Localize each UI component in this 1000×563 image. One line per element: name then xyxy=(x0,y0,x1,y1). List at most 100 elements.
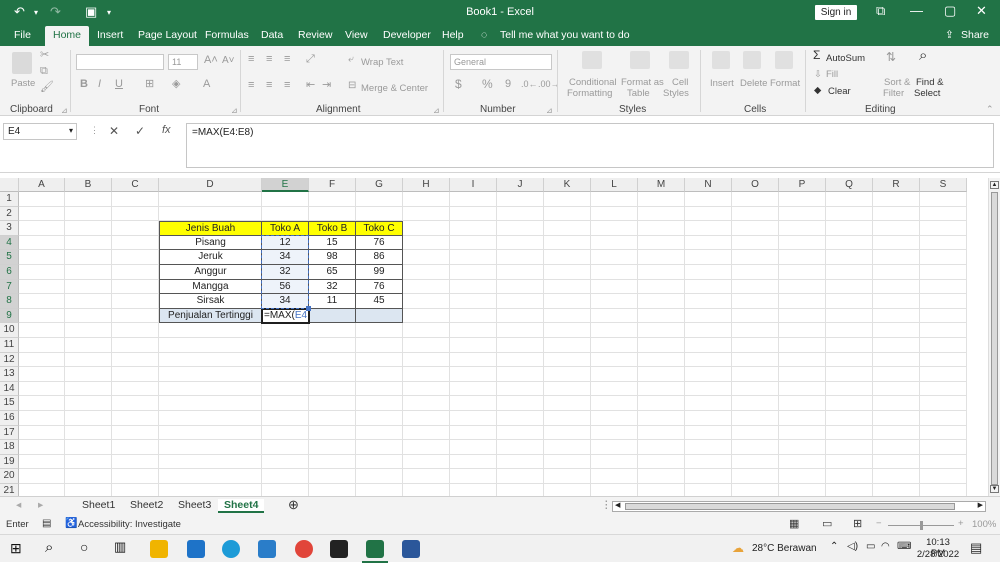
cell-s20[interactable] xyxy=(920,469,967,484)
row-header-11[interactable]: 11 xyxy=(0,338,19,353)
cell-i18[interactable] xyxy=(450,440,497,455)
cell-o2[interactable] xyxy=(732,206,779,222)
cell-m18[interactable] xyxy=(638,440,685,455)
minimize-icon[interactable]: — xyxy=(910,3,923,18)
cell-c1[interactable] xyxy=(112,192,159,207)
cell-k2[interactable] xyxy=(544,206,591,222)
cell-l15[interactable] xyxy=(591,396,638,411)
percent-icon[interactable]: % xyxy=(482,78,493,90)
edge-icon[interactable] xyxy=(222,540,240,558)
cell-b19[interactable] xyxy=(65,454,112,470)
cell-p11[interactable] xyxy=(779,338,826,353)
task-view-icon[interactable]: ○ xyxy=(80,539,88,555)
cell-c5[interactable] xyxy=(112,250,159,265)
cell-q11[interactable] xyxy=(826,338,873,353)
cell-p21[interactable] xyxy=(779,484,826,496)
cell-i12[interactable] xyxy=(450,352,497,368)
cell-i1[interactable] xyxy=(450,192,497,207)
cell-a16[interactable] xyxy=(19,411,65,426)
cell-c20[interactable] xyxy=(112,469,159,484)
cell-s11[interactable] xyxy=(920,338,967,353)
cell-c11[interactable] xyxy=(112,338,159,353)
cell-a14[interactable] xyxy=(19,381,65,397)
cell-q10[interactable] xyxy=(826,323,873,338)
cell-b5[interactable] xyxy=(65,250,112,265)
file-explorer-icon[interactable] xyxy=(150,540,168,558)
cell-l4[interactable] xyxy=(591,235,638,251)
widgets-icon[interactable]: ▥ xyxy=(114,539,126,555)
cell-f20[interactable] xyxy=(309,469,356,484)
cell-d1[interactable] xyxy=(159,192,262,207)
zoom-level[interactable]: 100% xyxy=(972,519,996,530)
cell-r21[interactable] xyxy=(873,484,920,496)
cell-s7[interactable] xyxy=(920,279,967,295)
footer-label-cell[interactable]: Penjualan Tertinggi xyxy=(159,308,262,324)
cell-g2[interactable] xyxy=(356,206,403,222)
cell-c19[interactable] xyxy=(112,454,159,470)
notion-icon[interactable] xyxy=(330,540,348,558)
cell-p1[interactable] xyxy=(779,192,826,207)
cell-g19[interactable] xyxy=(356,454,403,470)
cell-m6[interactable] xyxy=(638,265,685,280)
cell-c6[interactable] xyxy=(112,265,159,280)
cell-c3[interactable] xyxy=(112,221,159,236)
word-icon[interactable] xyxy=(402,540,420,558)
row-header-9[interactable]: 9 xyxy=(0,308,19,324)
cell-j8[interactable] xyxy=(497,294,544,309)
cell-b14[interactable] xyxy=(65,381,112,397)
cell-l8[interactable] xyxy=(591,294,638,309)
scroll-up-icon[interactable]: ▲ xyxy=(990,181,999,189)
cell-b6[interactable] xyxy=(65,265,112,280)
cell-r12[interactable] xyxy=(873,352,920,368)
cell-a17[interactable] xyxy=(19,425,65,441)
footer-empty-cell[interactable] xyxy=(356,308,403,324)
cell-a21[interactable] xyxy=(19,484,65,496)
select-all-corner[interactable] xyxy=(0,178,19,192)
cell-h10[interactable] xyxy=(403,323,450,338)
cell-b3[interactable] xyxy=(65,221,112,236)
clipboard-launcher-icon[interactable]: ⊿ xyxy=(61,105,68,116)
copy-icon[interactable]: ⧉ xyxy=(40,66,48,77)
cell-d14[interactable] xyxy=(159,381,262,397)
column-header-k[interactable]: K xyxy=(544,178,591,192)
cell-n21[interactable] xyxy=(685,484,732,496)
cell-e18[interactable] xyxy=(262,440,309,455)
cell-p15[interactable] xyxy=(779,396,826,411)
cell-i19[interactable] xyxy=(450,454,497,470)
cell-e16[interactable] xyxy=(262,411,309,426)
macro-record-icon[interactable]: ▤ xyxy=(42,518,51,529)
cell-n17[interactable] xyxy=(685,425,732,441)
cell-s18[interactable] xyxy=(920,440,967,455)
cell-q15[interactable] xyxy=(826,396,873,411)
cell-k11[interactable] xyxy=(544,338,591,353)
cell-i5[interactable] xyxy=(450,250,497,265)
cell-r20[interactable] xyxy=(873,469,920,484)
cell-k21[interactable] xyxy=(544,484,591,496)
number-format-select[interactable]: General xyxy=(450,54,552,70)
cell-q21[interactable] xyxy=(826,484,873,496)
cell-b15[interactable] xyxy=(65,396,112,411)
cell-p8[interactable] xyxy=(779,294,826,309)
bold-icon[interactable]: B xyxy=(80,79,88,90)
cell-d12[interactable] xyxy=(159,352,262,368)
cell-a4[interactable] xyxy=(19,235,65,251)
cell-s9[interactable] xyxy=(920,308,967,324)
cell-q12[interactable] xyxy=(826,352,873,368)
horizontal-scrollbar[interactable]: ◀ ▶ xyxy=(612,501,986,512)
column-header-r[interactable]: R xyxy=(873,178,920,192)
cell-s21[interactable] xyxy=(920,484,967,496)
cell-k12[interactable] xyxy=(544,352,591,368)
column-header-p[interactable]: P xyxy=(779,178,826,192)
cell-j15[interactable] xyxy=(497,396,544,411)
merge-center-icon[interactable]: ⊟ xyxy=(348,80,356,91)
format-painter-icon[interactable]: 🖌 xyxy=(40,82,54,93)
cell-m8[interactable] xyxy=(638,294,685,309)
cell-d21[interactable] xyxy=(159,484,262,496)
cell-m14[interactable] xyxy=(638,381,685,397)
alignment-launcher-icon[interactable]: ⊿ xyxy=(433,105,440,116)
cell-l11[interactable] xyxy=(591,338,638,353)
font-launcher-icon[interactable]: ⊿ xyxy=(231,105,238,116)
cell-g15[interactable] xyxy=(356,396,403,411)
cell-e2[interactable] xyxy=(262,206,309,222)
row-header-15[interactable]: 15 xyxy=(0,396,19,411)
